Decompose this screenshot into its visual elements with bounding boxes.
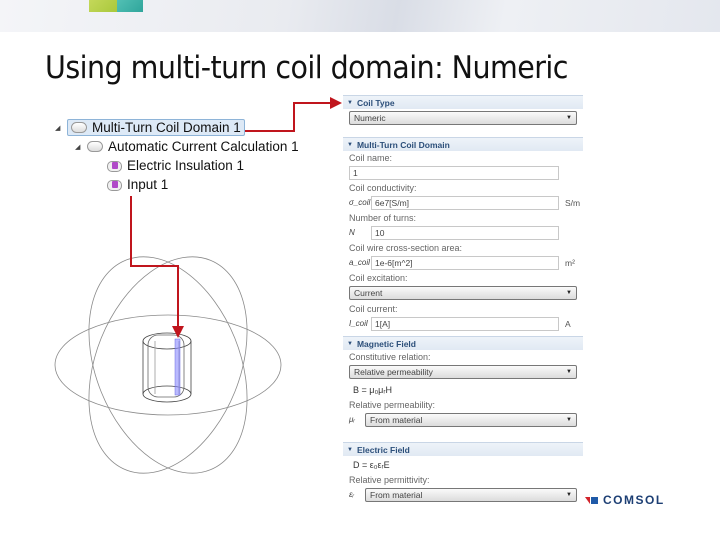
relative-permittivity-label: Relative permittivity: <box>349 474 430 485</box>
magnetic-equation: B = μ₀μᵣH <box>353 384 393 395</box>
logo-red-mark <box>585 496 590 504</box>
coil-type-select[interactable]: Numeric ▼ <box>349 111 577 125</box>
turns-symbol: N <box>349 228 355 237</box>
section-title: Electric Field <box>356 444 410 455</box>
current-symbol: I_coil <box>349 319 368 328</box>
highlighted-coil-boundary <box>174 338 181 396</box>
section-header-multi-turn-coil-domain[interactable]: ▼ Multi-Turn Coil Domain <box>343 137 583 151</box>
expand-triangle-icon[interactable]: ◢ <box>55 124 63 132</box>
relative-permittivity-value: From material <box>370 489 423 500</box>
coil-type-value: Numeric <box>354 113 386 123</box>
constitutive-relation-value: Relative permeability <box>354 367 433 377</box>
settings-panel: ▼ Coil Type Numeric ▼ ▼ Multi-Turn Coil … <box>343 95 583 503</box>
number-of-turns-input[interactable]: 10 <box>371 225 559 240</box>
area-unit: m² <box>565 257 575 268</box>
dropdown-arrow-icon: ▼ <box>566 416 572 423</box>
coil-current-label: Coil current: <box>349 303 398 314</box>
collapse-arrow-icon: ▼ <box>347 141 353 148</box>
relative-permittivity-select[interactable]: From material ▼ <box>365 487 577 502</box>
header-decoration <box>89 0 143 12</box>
domain-node-icon <box>71 122 87 133</box>
tree-item-electric-insulation[interactable]: Electric Insulation 1 <box>55 156 299 175</box>
cross-section-area-input[interactable]: 1e-6[m^2] <box>371 255 559 270</box>
area-symbol: a_coil <box>349 258 370 267</box>
coil-name-label: Coil name: <box>349 152 393 163</box>
section-title: Magnetic Field <box>356 338 416 349</box>
dropdown-arrow-icon: ▼ <box>566 491 572 498</box>
section-title: Multi-Turn Coil Domain <box>356 139 450 150</box>
tree-item-label: Electric Insulation 1 <box>127 158 245 173</box>
collapse-arrow-icon: ▼ <box>347 99 353 106</box>
boundary-condition-icon <box>107 179 122 191</box>
electric-equation: D = ε₀εᵣE <box>353 459 390 470</box>
number-of-turns-label: Number of turns: <box>349 212 417 223</box>
permittivity-symbol: εᵣ <box>349 490 355 499</box>
tree-item-multi-turn-coil-domain[interactable]: ◢ Multi-Turn Coil Domain 1 <box>55 118 299 137</box>
coil-conductivity-label: Coil conductivity: <box>349 182 417 193</box>
collapse-arrow-icon: ▼ <box>347 340 353 347</box>
collapse-arrow-icon: ▼ <box>347 446 353 453</box>
comsol-logo: COMSOL <box>585 493 665 507</box>
boundary-condition-icon <box>107 160 122 172</box>
relative-permeability-value: From material <box>370 414 423 425</box>
tree-item-input[interactable]: Input 1 <box>55 175 299 194</box>
cross-section-area-label: Coil wire cross-section area: <box>349 242 463 253</box>
dropdown-arrow-icon: ▼ <box>566 115 572 121</box>
tree-item-label: Input 1 <box>127 177 169 192</box>
tree-item-label: Multi-Turn Coil Domain 1 <box>92 120 241 135</box>
coil-name-input[interactable]: 1 <box>349 165 559 180</box>
model-tree: ◢ Multi-Turn Coil Domain 1 ◢ Automatic C… <box>55 118 299 194</box>
dropdown-arrow-icon: ▼ <box>566 369 572 375</box>
tree-item-automatic-current-calculation[interactable]: ◢ Automatic Current Calculation 1 <box>55 137 299 156</box>
coil-current-input[interactable]: 1[A] <box>371 316 559 331</box>
expand-triangle-icon[interactable]: ◢ <box>75 143 83 151</box>
section-header-magnetic-field[interactable]: ▼ Magnetic Field <box>343 336 583 350</box>
selected-node[interactable]: Multi-Turn Coil Domain 1 <box>67 119 245 136</box>
constitutive-relation-label: Constitutive relation: <box>349 351 431 362</box>
dropdown-arrow-icon: ▼ <box>566 290 572 296</box>
green-square <box>89 0 117 12</box>
logo-text: COMSOL <box>603 493 665 507</box>
tree-item-label: Automatic Current Calculation 1 <box>108 139 299 154</box>
current-unit: A <box>565 318 571 329</box>
conductivity-unit: S/m <box>565 197 581 208</box>
domain-node-icon <box>87 141 103 152</box>
slide-title: Using multi-turn coil domain: Numeric <box>45 50 568 86</box>
coil-excitation-select[interactable]: Current ▼ <box>349 286 577 300</box>
logo-blue-mark <box>591 496 598 504</box>
slide-header-band <box>0 0 720 32</box>
constitutive-relation-select[interactable]: Relative permeability ▼ <box>349 365 577 379</box>
relative-permeability-select[interactable]: From material ▼ <box>365 412 577 427</box>
permeability-symbol: μᵣ <box>349 415 355 424</box>
relative-permeability-label: Relative permeability: <box>349 399 436 410</box>
section-header-coil-type[interactable]: ▼ Coil Type <box>343 95 583 109</box>
geometry-view[interactable] <box>40 200 340 490</box>
section-header-electric-field[interactable]: ▼ Electric Field <box>343 442 583 456</box>
teal-square <box>117 0 143 12</box>
coil-conductivity-input[interactable]: 6e7[S/m] <box>371 195 559 210</box>
conductivity-symbol: σ_coil <box>349 198 371 207</box>
section-title: Coil Type <box>356 97 395 108</box>
coil-excitation-value: Current <box>354 288 383 298</box>
coil-geometry[interactable] <box>142 332 192 403</box>
coil-excitation-label: Coil excitation: <box>349 272 408 283</box>
